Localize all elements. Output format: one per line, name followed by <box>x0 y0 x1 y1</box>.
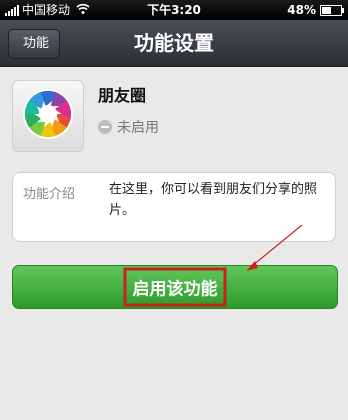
aperture-icon <box>22 88 74 144</box>
battery-percent: 48% <box>287 3 316 17</box>
feature-icon-box <box>12 80 84 152</box>
intro-box: 功能介绍 在这里，你可以看到朋友们分享的照片。 <box>12 172 336 242</box>
battery-icon <box>320 4 344 16</box>
feature-name: 朋友圈 <box>98 86 147 105</box>
enable-feature-button[interactable]: 启用该功能 <box>12 265 338 309</box>
feature-status: 未启用 <box>98 117 159 137</box>
status-right: 48% <box>287 0 344 20</box>
disabled-icon <box>98 120 112 134</box>
intro-label: 功能介绍 <box>23 187 76 202</box>
intro-text: 在这里，你可以看到朋友们分享的照片。 <box>109 182 318 218</box>
page-title: 功能设置 <box>134 31 214 55</box>
status-bar: 中国移动 下午3:20 48% <box>0 0 348 20</box>
enable-feature-label: 启用该功能 <box>123 267 227 307</box>
feature-status-label: 未启用 <box>117 120 159 136</box>
battery-fill <box>322 6 331 14</box>
nav-bar: 功能 功能设置 <box>0 20 348 67</box>
